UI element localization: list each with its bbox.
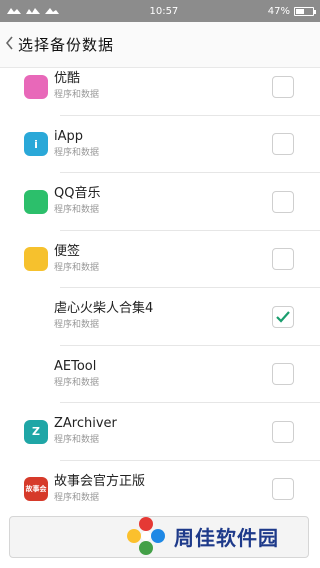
app-subtitle: 程序和数据 [54,377,100,388]
clock: 10:57 [149,5,179,17]
app-name: QQ音乐 [54,186,101,202]
app-name: AETool [54,358,97,374]
app-name: 虐心火柴人合集4 [54,301,154,317]
app-text: ZArchiver 程序和数据 [54,416,272,447]
app-name: 优酷 [54,71,81,87]
app-name: ZArchiver [54,416,117,432]
app-list: 优酷 程序和数据 i iApp 程序和数据 QQ音乐 程序和数据 便签 程序和数据 虐心火柴人合集… [0,58,320,518]
app-icon [24,74,48,99]
app-name: 便签 [54,243,81,259]
notification-icons [6,6,60,16]
app-row[interactable]: i iApp 程序和数据 [0,116,320,174]
battery-percent: 47% [267,5,290,17]
app-subtitle: 程序和数据 [54,205,100,216]
notification-icon [6,6,22,16]
watermark-text: 周佳软件园 [174,525,279,550]
app-row[interactable]: Z ZArchiver 程序和数据 [0,403,320,461]
app-subtitle: 程序和数据 [54,320,100,331]
app-text: 便签 程序和数据 [54,244,272,275]
checkmark-icon [276,311,290,323]
battery-fill [296,8,304,14]
watermark-logo-icon [127,517,165,555]
checkbox[interactable] [272,305,294,328]
app-icon [24,189,48,214]
checkbox[interactable] [272,478,294,501]
app-icon: 故事会 [24,477,48,502]
app-subtitle: 程序和数据 [54,90,100,101]
app-text: 故事会官方正版程序和数据 [54,474,272,505]
status-bar: 10:57 47% [0,0,320,22]
app-subtitle: 程序和数据 [54,492,100,503]
checkbox[interactable] [272,363,294,386]
app-row[interactable]: 优酷 程序和数据 [0,58,320,116]
app-text: iApp 程序和数据 [54,129,272,160]
app-name: iApp [54,128,84,144]
app-icon [24,362,48,387]
notification-icon [25,6,41,16]
app-subtitle: 程序和数据 [54,147,100,158]
app-text: 虐心火柴人合集4 程序和数据 [54,301,272,332]
checkbox[interactable] [272,190,294,213]
status-right: 47% [267,5,316,17]
app-subtitle: 程序和数据 [54,435,100,446]
chevron-left-icon[interactable] [4,35,16,54]
app-icon [24,247,48,272]
app-text: 优酷 程序和数据 [54,71,272,102]
app-icon: i [24,132,48,157]
app-icon: Z [24,419,48,444]
checkbox[interactable] [272,75,294,98]
notification-icon [44,6,60,16]
app-row[interactable]: AETool 程序和数据 [0,346,320,404]
app-name: 故事会官方正版 [54,473,146,489]
app-subtitle: 程序和数据 [54,262,100,273]
app-text: QQ音乐程序和数据 [54,186,272,217]
checkbox[interactable] [272,248,294,271]
app-text: AETool 程序和数据 [54,359,272,390]
page-title: 选择备份数据 [18,36,115,54]
checkbox[interactable] [272,420,294,443]
app-row[interactable]: 虐心火柴人合集4 程序和数据 [0,288,320,346]
checkbox[interactable] [272,133,294,156]
app-row[interactable]: QQ音乐程序和数据 [0,173,320,231]
app-icon [24,304,48,329]
watermark: 周佳软件园 [124,514,279,558]
footer: 周佳软件园 [0,508,320,568]
app-row[interactable]: 便签 程序和数据 [0,231,320,289]
battery-icon [294,6,316,16]
